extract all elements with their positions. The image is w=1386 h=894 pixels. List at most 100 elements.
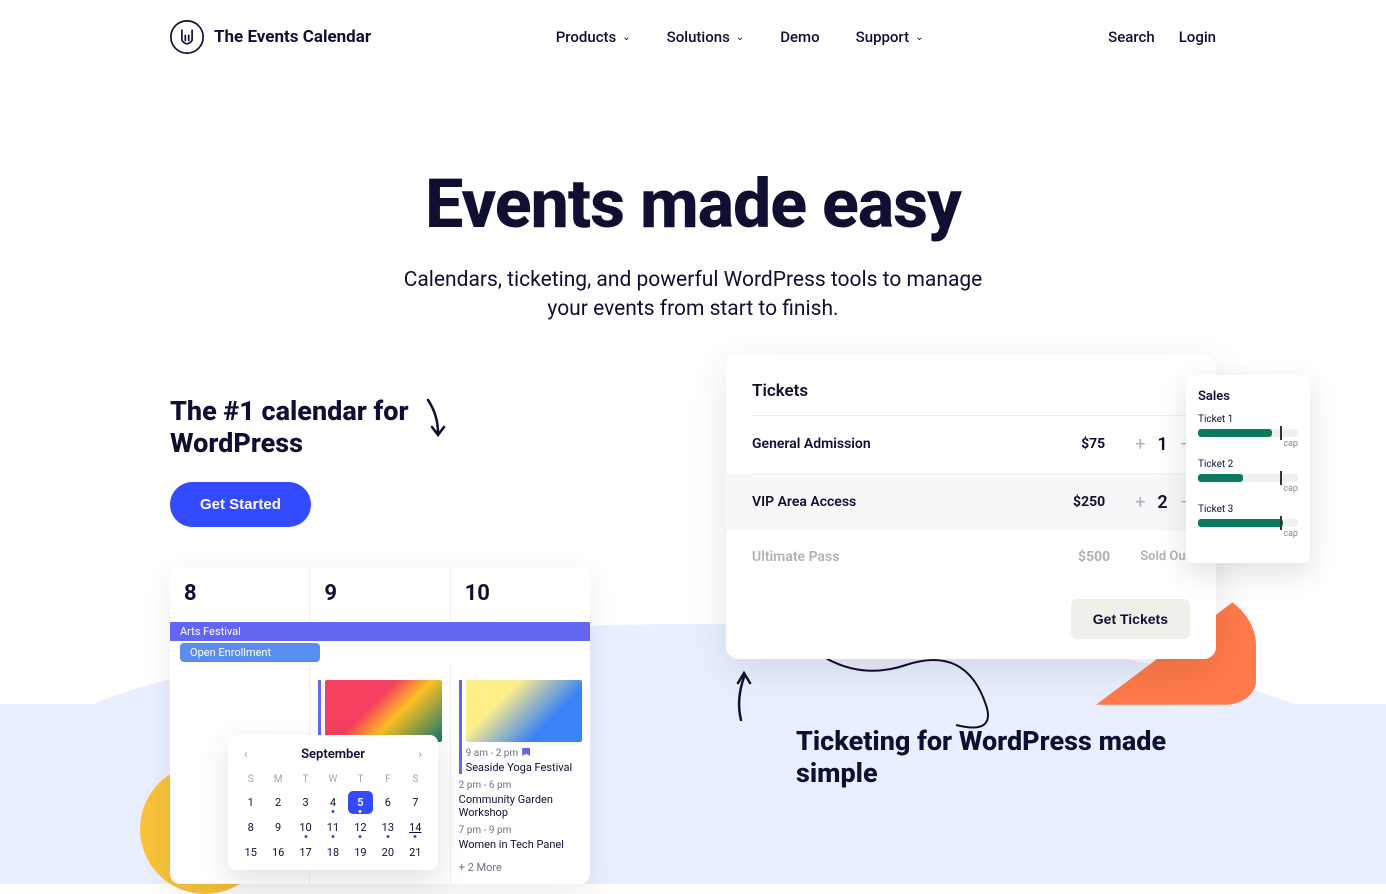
mini-day[interactable]: 14: [403, 816, 428, 839]
brand-name: The Events Calendar: [214, 27, 371, 47]
ticket-name: VIP Area Access: [752, 494, 1045, 510]
ticket-price: $75: [1045, 436, 1105, 452]
mini-calendar-grid: SMTWTFS123456789101112131415161718192021: [238, 770, 428, 864]
calendar-preview-card: 8 9 10 Arts Festival Open Enrollment 9 a…: [170, 567, 590, 884]
ticket-row-general: General Admission $75 + 1 −: [752, 416, 1190, 474]
cap-marker: [1280, 471, 1282, 485]
mini-day[interactable]: 18: [320, 841, 345, 864]
sales-label: Ticket 2: [1198, 459, 1298, 470]
calendar-heading: The #1 calendar for WordPress: [170, 395, 410, 460]
next-month-button[interactable]: ›: [418, 747, 422, 761]
qty-plus-button[interactable]: +: [1135, 492, 1145, 513]
sales-bar-fill: [1198, 429, 1272, 437]
mini-day[interactable]: 9: [265, 816, 290, 839]
mini-day[interactable]: 7: [403, 791, 428, 814]
more-events-link[interactable]: + 2 More: [459, 861, 582, 874]
day-number: 10: [459, 577, 582, 610]
arrow-down-icon: [420, 395, 450, 445]
search-link[interactable]: Search: [1108, 28, 1155, 46]
event-time: 9 am - 2 pm: [466, 748, 582, 759]
get-tickets-button[interactable]: Get Tickets: [1071, 599, 1190, 639]
event-time: 7 pm - 9 pm: [459, 825, 582, 836]
login-link[interactable]: Login: [1179, 28, 1216, 46]
mini-day[interactable]: 19: [348, 841, 373, 864]
ticketing-heading: Ticketing for WordPress made simple: [796, 725, 1216, 790]
mini-day[interactable]: 21: [403, 841, 428, 864]
nav-solutions[interactable]: Solutions⌄: [667, 28, 745, 46]
sales-item: Ticket 2 cap: [1198, 459, 1298, 494]
mini-weekday: M: [265, 770, 290, 789]
ticket-name: General Admission: [752, 436, 1045, 452]
main-nav: Products⌄ Solutions⌄ Demo Support⌄: [556, 28, 924, 46]
cap-label: cap: [1198, 529, 1298, 539]
mini-month-label: September: [301, 747, 365, 762]
mini-weekday: W: [320, 770, 345, 789]
sold-out-label: Sold Out: [1140, 549, 1190, 564]
mini-weekday: F: [375, 770, 400, 789]
sales-item: Ticket 1 cap: [1198, 414, 1298, 449]
event-name[interactable]: Seaside Yoga Festival: [466, 761, 582, 774]
event-image: [325, 680, 441, 742]
mini-day[interactable]: 2: [265, 791, 290, 814]
cap-marker: [1280, 426, 1282, 440]
cap-label: cap: [1198, 439, 1298, 449]
mini-day[interactable]: 3: [293, 791, 318, 814]
ticket-row-ultimate: Ultimate Pass $500 Sold Out: [752, 531, 1190, 583]
arrow-up-icon: [726, 665, 756, 725]
sales-popup: Sales Ticket 1 cap Ticket 2 cap Ticket 3 cap: [1186, 375, 1310, 563]
mini-day[interactable]: 15: [238, 841, 263, 864]
sales-bar-fill: [1198, 474, 1243, 482]
sales-label: Ticket 1: [1198, 414, 1298, 425]
sales-bar-track: [1198, 429, 1298, 437]
qty-plus-button[interactable]: +: [1135, 434, 1145, 455]
qty-value: 2: [1157, 492, 1167, 513]
day-number: 9: [318, 577, 441, 610]
ticket-row-vip: VIP Area Access $250 + 2 −: [726, 474, 1216, 531]
mini-day[interactable]: 6: [375, 791, 400, 814]
nav-demo[interactable]: Demo: [780, 28, 819, 46]
ticket-price: $500: [1050, 549, 1110, 565]
event-bar-open-enrollment[interactable]: Open Enrollment: [180, 643, 320, 662]
nav-support[interactable]: Support⌄: [856, 28, 924, 46]
mini-day[interactable]: 12: [348, 816, 373, 839]
sales-label: Ticket 3: [1198, 504, 1298, 515]
sales-item: Ticket 3 cap: [1198, 504, 1298, 539]
prev-month-button[interactable]: ‹: [244, 747, 248, 761]
mini-day[interactable]: 10: [293, 816, 318, 839]
mini-day[interactable]: 16: [265, 841, 290, 864]
mini-day[interactable]: 20: [375, 841, 400, 864]
sales-bar-fill: [1198, 519, 1283, 527]
sales-title: Sales: [1198, 389, 1298, 404]
mini-weekday: T: [293, 770, 318, 789]
nav-products[interactable]: Products⌄: [556, 28, 631, 46]
mini-day[interactable]: 13: [375, 816, 400, 839]
bookmark-icon: [522, 748, 530, 758]
mini-day[interactable]: 4: [320, 791, 345, 814]
mini-day[interactable]: 1: [238, 791, 263, 814]
calendar-day-headers: 8 9 10: [170, 567, 590, 620]
event-name[interactable]: Community Garden Workshop: [459, 793, 582, 819]
cap-label: cap: [1198, 484, 1298, 494]
event-bar-arts-festival[interactable]: Arts Festival: [170, 622, 590, 641]
mini-weekday: T: [348, 770, 373, 789]
rock-hand-icon: [170, 18, 204, 56]
calendar-feature: The #1 calendar for WordPress Get Starte…: [170, 395, 600, 884]
day-number: 8: [178, 577, 301, 610]
event-time: 2 pm - 6 pm: [459, 780, 582, 791]
mini-day[interactable]: 5: [348, 791, 373, 814]
tickets-card: Tickets General Admission $75 + 1 − VIP …: [726, 355, 1216, 659]
ticket-price: $250: [1045, 494, 1105, 510]
site-header: The Events Calendar Products⌄ Solutions⌄…: [0, 0, 1386, 74]
mini-calendar: ‹ September › SMTWTFS1234567891011121314…: [228, 735, 438, 870]
qty-value: 1: [1157, 434, 1167, 455]
get-started-button[interactable]: Get Started: [170, 482, 311, 527]
day-col-10: 9 am - 2 pm Seaside Yoga Festival 2 pm -…: [451, 664, 590, 884]
mini-day[interactable]: 17: [293, 841, 318, 864]
hero-subtitle: Calendars, ticketing, and powerful WordP…: [383, 266, 1003, 325]
mini-weekday: S: [403, 770, 428, 789]
cap-marker: [1280, 516, 1282, 530]
mini-day[interactable]: 11: [320, 816, 345, 839]
mini-day[interactable]: 8: [238, 816, 263, 839]
event-name[interactable]: Women in Tech Panel: [459, 838, 582, 851]
logo[interactable]: The Events Calendar: [170, 18, 371, 56]
